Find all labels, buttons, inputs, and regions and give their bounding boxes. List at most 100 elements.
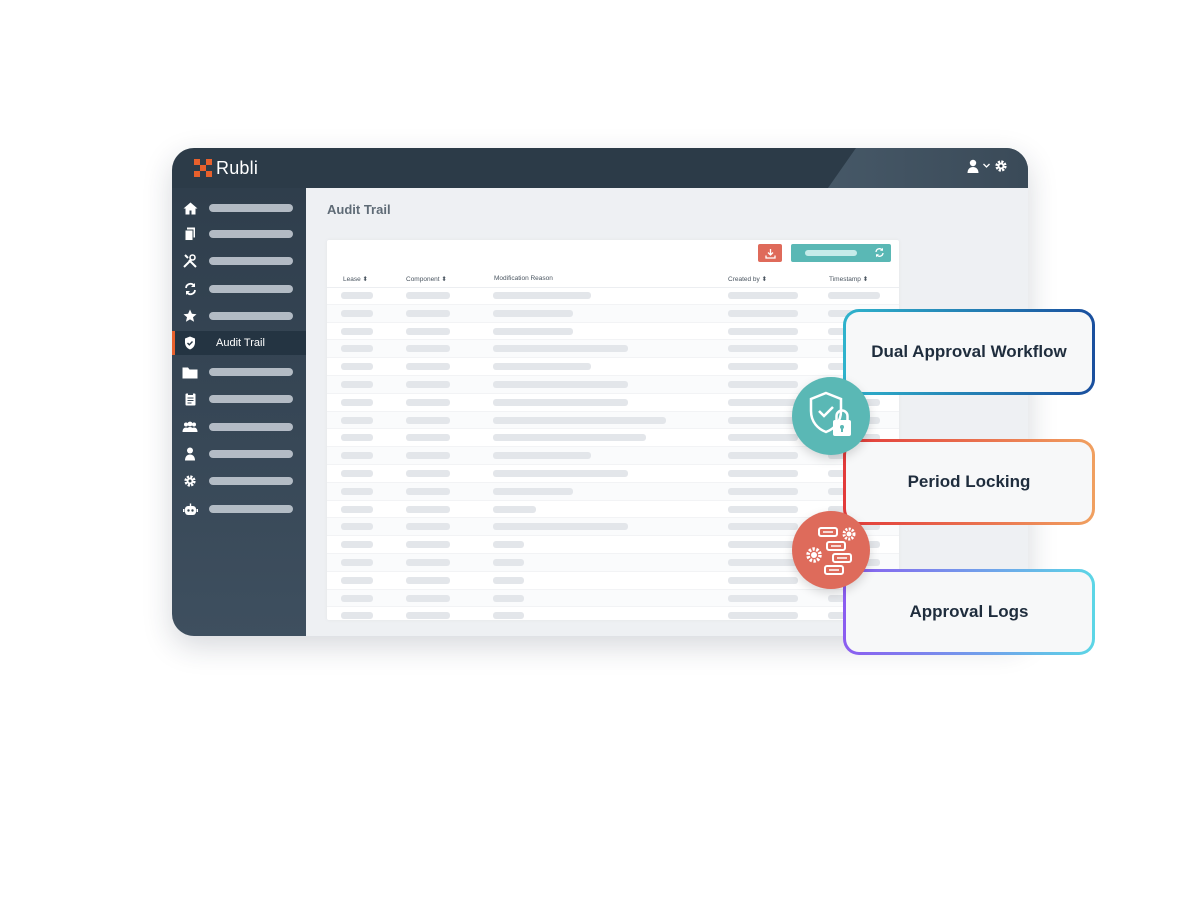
sort-icon: ⬍ [761,276,768,283]
table-cell-placeholder [406,452,450,460]
table-cell-placeholder [406,327,450,335]
table-row[interactable] [327,358,899,376]
table-cell-placeholder [341,612,373,620]
table-cell-placeholder [728,398,798,406]
table-cell-placeholder [406,469,450,477]
table-cell-placeholder [728,416,798,424]
gear-icon [182,473,198,489]
column-header-label: Component [406,276,440,283]
table-cell-placeholder [406,594,450,602]
table-cell-placeholder [406,612,450,620]
table-cell-placeholder [728,576,798,584]
table-cell-placeholder [341,309,373,317]
table-cell-placeholder [728,363,798,371]
logo-mark-icon [194,159,212,177]
table-row[interactable] [327,340,899,359]
chevron-down-icon[interactable] [983,163,990,169]
clipboard-icon [182,391,198,407]
table-cell-placeholder [493,541,524,549]
table-cell-placeholder [406,505,450,513]
column-header-label: Modification Reason [494,275,553,282]
sidebar-item-settings[interactable] [172,469,306,493]
sidebar-item-folders[interactable] [172,360,306,384]
feature-card-label: Period Locking [907,472,1031,491]
table-cell-placeholder [406,309,450,317]
sidebar-item-placeholder [209,257,293,265]
sidebar-item-placeholder [209,230,293,238]
sidebar-item-sync[interactable] [172,277,306,301]
column-header[interactable]: Timestamp ⬍ [829,275,868,283]
sidebar-item-reports[interactable] [172,387,306,411]
table-cell-placeholder [728,469,798,477]
sidebar-item-placeholder [209,395,293,403]
sidebar-item-favorites[interactable] [172,304,306,328]
top-bar: Rubli [172,148,1028,188]
table-cell-placeholder [493,309,573,317]
column-header[interactable]: Created by ⬍ [728,275,767,283]
table-cell-placeholder [406,416,450,424]
table-row[interactable] [327,465,899,483]
shield-lock-icon [792,377,870,455]
table-cell-placeholder [341,558,373,566]
column-header[interactable]: Modification Reason [494,275,553,282]
refresh-button-placeholder [805,250,857,256]
table-cell-placeholder [341,523,373,531]
table-cell-placeholder [728,487,798,495]
sidebar-item-automation[interactable] [172,497,306,521]
table-cell-placeholder [493,523,628,531]
table-row[interactable] [327,482,899,501]
download-button[interactable] [758,244,782,262]
table-row[interactable] [327,304,899,323]
table-cell-placeholder [493,363,591,371]
robot-icon [182,501,198,517]
page-title: Audit Trail [327,202,391,217]
table-row[interactable] [327,589,899,608]
user-icon[interactable] [967,159,979,173]
table-cell-placeholder [341,469,373,477]
sidebar-item-placeholder [209,505,293,513]
download-icon [764,248,776,259]
sidebar-item-placeholder [209,312,293,320]
table-row[interactable] [327,287,899,305]
table-row[interactable] [327,323,899,341]
table-cell-placeholder [728,327,798,335]
table-cell-placeholder [341,416,373,424]
column-header[interactable]: Component ⬍ [406,275,447,283]
table-cell-placeholder [493,416,666,424]
sidebar-item-user[interactable] [172,442,306,466]
logo[interactable]: Rubli [194,156,258,180]
table-cell-placeholder [728,505,798,513]
column-header[interactable]: Lease ⬍ [343,275,368,283]
sidebar-item-placeholder [209,423,293,431]
table-cell-placeholder [341,576,373,584]
table-cell-placeholder [493,594,524,602]
table-cell-placeholder [493,487,573,495]
table-cell-placeholder [406,363,450,371]
gear-icon[interactable] [994,159,1008,173]
table-cell-placeholder [341,292,373,299]
table-row[interactable] [327,607,899,620]
refresh-button[interactable] [791,244,891,262]
table-cell-placeholder [341,380,373,388]
sidebar-item-documents[interactable] [172,222,306,246]
table-cell-placeholder [728,292,798,299]
table-cell-placeholder [493,452,591,460]
table-cell-placeholder [406,345,450,353]
sidebar: Audit Trail [172,188,306,636]
table-cell-placeholder [493,558,524,566]
table-cell-placeholder [406,292,450,299]
feature-card-label: Dual Approval Workflow [871,342,1067,361]
table-cell-placeholder [493,469,628,477]
feature-card-period-locking: Period Locking [843,439,1095,525]
sidebar-item-home[interactable] [172,196,306,220]
star-icon [182,308,198,324]
sidebar-item-tools[interactable] [172,249,306,273]
table-cell-placeholder [406,398,450,406]
sidebar-item-audit-trail[interactable]: Audit Trail [172,331,306,355]
feature-card-label: Approval Logs [909,602,1029,621]
table-cell-placeholder [728,541,798,549]
sidebar-item-placeholder [209,368,293,376]
refresh-icon [875,247,884,258]
sidebar-item-teams[interactable] [172,415,306,439]
table-cell-placeholder [341,505,373,513]
